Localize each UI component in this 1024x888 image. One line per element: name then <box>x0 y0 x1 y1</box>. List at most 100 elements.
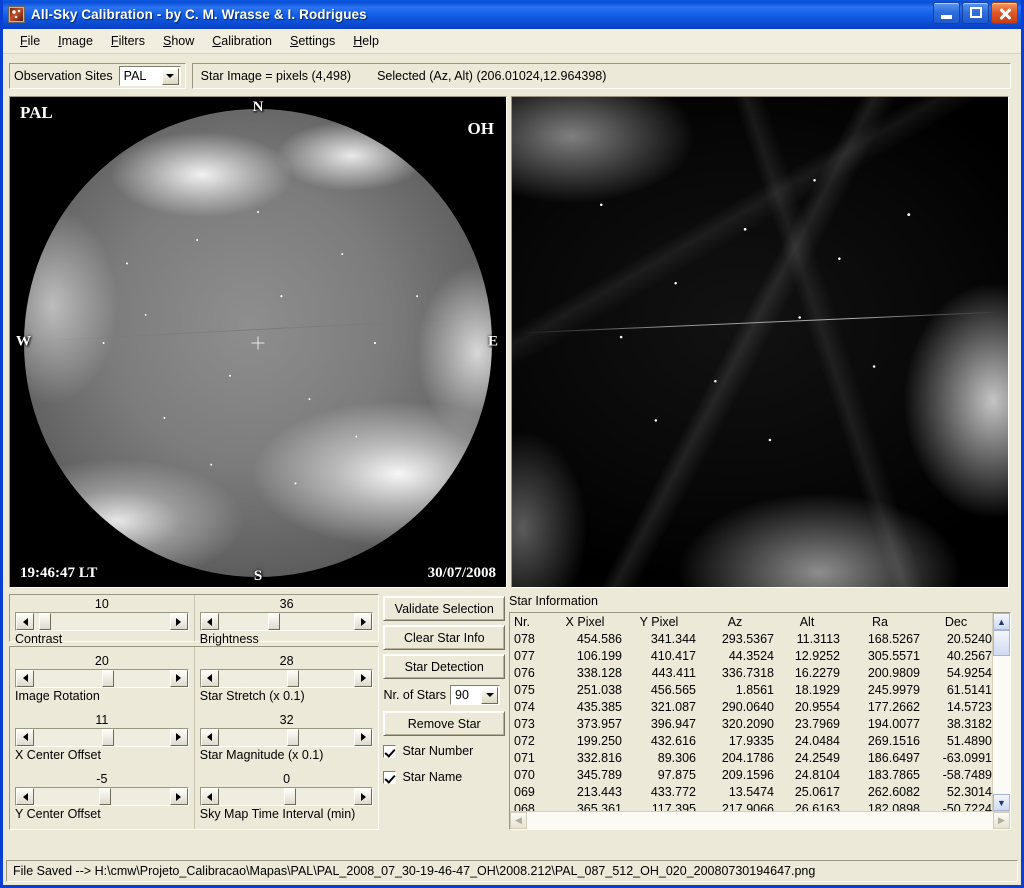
star-field-image-view[interactable] <box>511 96 1009 588</box>
slider-contrast-thumb[interactable] <box>39 613 52 630</box>
slider-sky-map-time-track[interactable] <box>199 787 374 807</box>
table-row[interactable]: 072 199.250 432.616 17.9335 24.0484 269.1516 5… <box>512 733 992 750</box>
menu-item-help[interactable]: Help <box>344 31 388 51</box>
table-row[interactable]: 073 373.957 396.947 320.2090 23.7969 194.0077… <box>512 716 992 733</box>
table-row[interactable]: 076 338.128 443.411 336.7318 16.2279 200.9809… <box>512 665 992 682</box>
slider-star-stretch-decrement-icon[interactable] <box>200 669 219 687</box>
slider-image-rotation-rail[interactable] <box>34 669 170 687</box>
slider-contrast-track[interactable] <box>15 612 189 631</box>
table-cell: 23.7969 <box>794 717 840 731</box>
table-row[interactable]: 078 454.586 341.344 293.5367 11.3113 168.5267… <box>512 631 992 648</box>
table-row[interactable]: 071 332.816 89.306 204.1786 24.2549 186.6497 -… <box>512 750 992 767</box>
slider-y-center-offset-thumb[interactable] <box>99 788 112 806</box>
slider-sky-map-time-increment-icon[interactable] <box>354 788 373 806</box>
chevron-down-icon[interactable] <box>481 686 498 704</box>
slider-x-center-offset-decrement-icon[interactable] <box>16 728 34 746</box>
validate-selection-button[interactable]: Validate Selection <box>383 596 505 621</box>
slider-star-stretch-track[interactable] <box>199 668 374 688</box>
slider-star-magnitude-thumb[interactable] <box>286 728 299 746</box>
slider-contrast-increment-icon[interactable] <box>169 613 188 630</box>
table-row[interactable]: 068 365.361 117.395 217.9066 26.6163 182.0898… <box>512 801 992 811</box>
menu-item-show[interactable]: Show <box>154 31 203 51</box>
horizontal-scroll-track[interactable] <box>527 812 993 829</box>
slider-y-center-offset-track[interactable] <box>15 787 189 807</box>
slider-star-magnitude-decrement-icon[interactable] <box>200 728 219 746</box>
table-cell: 069 <box>514 785 535 799</box>
slider-image-rotation-track[interactable] <box>15 668 189 688</box>
slider-y-center-offset-decrement-icon[interactable] <box>16 788 34 806</box>
table-row[interactable]: 075 251.038 456.565 1.8561 18.1929 245.9979 61… <box>512 682 992 699</box>
chevron-down-icon[interactable] <box>161 67 179 85</box>
slider-sky-map-time-rail[interactable] <box>219 788 355 806</box>
table-cell: 075 <box>514 683 535 697</box>
slider-contrast-value: 10 <box>94 597 109 611</box>
table-horizontal-scrollbar[interactable]: ◀ ▶ <box>510 811 1010 829</box>
star-information-panel: Star Information Nr. X Pixel Y Pixel Az Alt R… <box>509 594 1011 830</box>
observation-sites-select[interactable]: PAL <box>118 66 181 86</box>
table-row[interactable]: 074 435.385 321.087 290.0640 20.9554 177.2662… <box>512 699 992 716</box>
slider-x-center-offset-track[interactable] <box>15 727 189 747</box>
slider-y-center-offset: -5 Y Center Offset <box>15 772 189 822</box>
slider-star-magnitude-rail[interactable] <box>219 728 355 746</box>
table-row[interactable]: 077 106.199 410.417 44.3524 12.9252 305.5571 4… <box>512 648 992 665</box>
slider-x-center-offset-rail[interactable] <box>34 728 170 746</box>
slider-x-center-offset: 11 X Center Offset <box>15 713 189 763</box>
table-row[interactable]: 070 345.789 97.875 209.1596 24.8104 183.7865 -… <box>512 767 992 784</box>
slider-x-center-offset-thumb[interactable] <box>101 728 114 746</box>
table-cell: 97.875 <box>657 768 696 782</box>
table-cell: 321.087 <box>650 700 696 714</box>
scroll-down-icon[interactable]: ▼ <box>993 794 1010 811</box>
star-name-checkbox[interactable] <box>383 770 397 784</box>
table-vertical-scrollbar[interactable]: ▲ ▼ <box>992 613 1010 811</box>
nr-of-stars-select[interactable]: 90 <box>450 685 500 705</box>
slider-y-center-offset-value: -5 <box>96 772 108 787</box>
scroll-left-icon[interactable]: ◀ <box>510 812 527 829</box>
all-sky-image-view[interactable]: PAL OH N S W E 19:46:47 LT 30/07/2008 <box>9 96 507 588</box>
slider-star-magnitude-track[interactable] <box>199 727 374 747</box>
table-cell: 17.9335 <box>728 734 774 748</box>
slider-brightness-thumb[interactable] <box>267 613 280 630</box>
remove-star-button[interactable]: Remove Star <box>383 711 505 736</box>
vertical-scroll-thumb[interactable] <box>993 630 1010 656</box>
slider-brightness-track[interactable] <box>199 612 374 631</box>
slider-contrast-decrement-icon[interactable] <box>16 613 34 630</box>
table-cell: 070 <box>514 768 535 782</box>
minimize-button[interactable] <box>933 2 960 24</box>
star-name-checkbox-row[interactable]: Star Name <box>383 766 505 788</box>
star-detection-button[interactable]: Star Detection <box>383 654 505 679</box>
slider-y-center-offset-increment-icon[interactable] <box>169 788 188 806</box>
slider-x-center-offset-increment-icon[interactable] <box>169 728 188 746</box>
star-number-checkbox[interactable] <box>383 744 397 758</box>
slider-brightness-increment-icon[interactable] <box>354 613 373 630</box>
slider-brightness-decrement-icon[interactable] <box>200 613 219 630</box>
star-information-table-wrap: Nr. X Pixel Y Pixel Az Alt Ra Dec 078 454.586 341… <box>509 612 1011 830</box>
slider-image-rotation-increment-icon[interactable] <box>169 669 188 687</box>
close-button[interactable] <box>991 2 1018 24</box>
slider-contrast-rail[interactable] <box>34 613 170 630</box>
star-information-table-main: Nr. X Pixel Y Pixel Az Alt Ra Dec 078 454.586 341… <box>510 613 1010 811</box>
clear-star-info-button[interactable]: Clear Star Info <box>383 625 505 650</box>
slider-y-center-offset-rail[interactable] <box>34 788 170 806</box>
slider-sky-map-time-thumb[interactable] <box>283 788 296 806</box>
slider-sky-map-time-decrement-icon[interactable] <box>200 788 219 806</box>
scroll-right-icon[interactable]: ▶ <box>993 812 1010 829</box>
slider-star-stretch-rail[interactable] <box>219 669 355 687</box>
slider-image-rotation-decrement-icon[interactable] <box>16 669 34 687</box>
slider-image-rotation-thumb[interactable] <box>101 669 114 687</box>
slider-star-magnitude-increment-icon[interactable] <box>354 728 373 746</box>
table-row[interactable]: 069 213.443 433.772 13.5474 25.0617 262.6082 5… <box>512 784 992 801</box>
menu-item-image[interactable]: Image <box>49 31 102 51</box>
slider-star-stretch-thumb[interactable] <box>286 669 299 687</box>
menu-item-settings[interactable]: Settings <box>281 31 344 51</box>
menu-item-calibration[interactable]: Calibration <box>203 31 281 51</box>
maximize-button[interactable] <box>962 2 989 24</box>
menu-item-filters[interactable]: Filters <box>102 31 154 51</box>
star-information-table[interactable]: Nr. X Pixel Y Pixel Az Alt Ra Dec 078 454.586 341… <box>510 613 992 811</box>
scroll-up-icon[interactable]: ▲ <box>993 613 1010 630</box>
menu-item-file[interactable]: File <box>11 31 49 51</box>
table-cell: 365.361 <box>576 802 622 811</box>
slider-brightness-rail[interactable] <box>219 613 355 630</box>
star-number-checkbox-row[interactable]: Star Number <box>383 740 505 762</box>
vertical-scroll-track[interactable] <box>993 630 1010 794</box>
slider-star-stretch-increment-icon[interactable] <box>354 669 373 687</box>
